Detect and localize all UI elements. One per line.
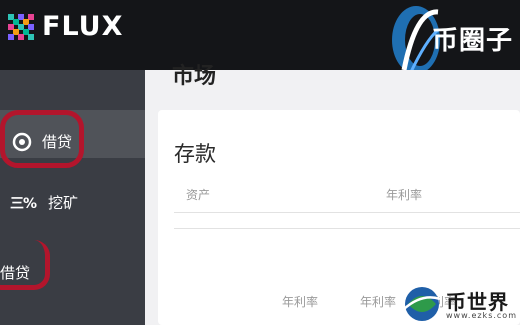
- flux-logo[interactable]: FLUX: [8, 12, 123, 42]
- page-title: 市场: [172, 64, 217, 89]
- column-header-apy[interactable]: 年利率: [282, 293, 318, 310]
- divider: [174, 212, 520, 213]
- highlight-circle-annotation: [0, 110, 84, 168]
- divider: [174, 228, 520, 229]
- column-header-apy[interactable]: 年利率: [360, 293, 396, 310]
- card-title: 存款: [174, 142, 216, 166]
- sidebar-item-label: 挖矿: [48, 194, 79, 212]
- mining-percent-icon: 三%: [10, 195, 37, 212]
- watermark-text: 币圈子: [432, 26, 514, 56]
- highlight-circle-annotation-secondary: [0, 240, 50, 290]
- flux-logo-icon: [8, 14, 34, 40]
- app-name: FLUX: [42, 11, 124, 42]
- column-header-apy[interactable]: 年利率: [386, 186, 422, 203]
- column-header-asset[interactable]: 资产: [186, 186, 210, 203]
- sidebar-item-mining[interactable]: 三% 挖矿: [10, 192, 78, 213]
- watermark-url: www.ezks.com: [446, 311, 517, 320]
